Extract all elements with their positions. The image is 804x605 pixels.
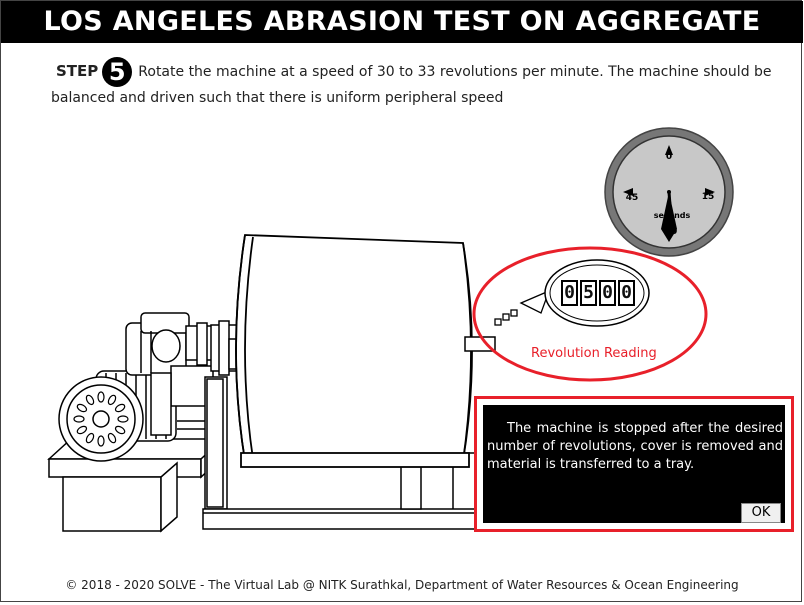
revolution-counter: 0 5 0 0 (561, 280, 635, 306)
footer-copyright: © 2018 - 2020 SOLVE - The Virtual Lab @ … (65, 578, 739, 592)
counter-digit: 0 (618, 280, 635, 306)
message-panel: The machine is stopped after the desired… (483, 405, 785, 523)
fan-slot (97, 435, 105, 447)
pointer-arrow (494, 289, 551, 326)
dial-mark-0: 0 (666, 152, 672, 162)
counter-digit: 0 (599, 280, 616, 306)
dial-mark-30: 30 (665, 227, 678, 237)
dial-mark-45: 45 (626, 193, 639, 203)
revolution-reading-label: Revolution Reading (531, 346, 657, 361)
message-text: The machine is stopped after the desired… (487, 421, 783, 472)
dial-unit-label: seconds (654, 211, 691, 220)
fan-slot (117, 415, 129, 423)
message-dialog: The machine is stopped after the desired… (474, 396, 794, 532)
counter-digit: 0 (561, 280, 578, 306)
dial-mark-15: 15 (702, 192, 715, 202)
fan-slot (97, 391, 105, 403)
fan-slot (73, 415, 85, 423)
counter-digit: 5 (580, 280, 597, 306)
drive-shaft (210, 320, 240, 376)
lab-frame: LOS ANGELES ABRASION TEST ON AGGREGATE S… (0, 0, 803, 602)
ok-button[interactable]: OK (741, 503, 781, 523)
abrasion-drum (235, 234, 473, 468)
